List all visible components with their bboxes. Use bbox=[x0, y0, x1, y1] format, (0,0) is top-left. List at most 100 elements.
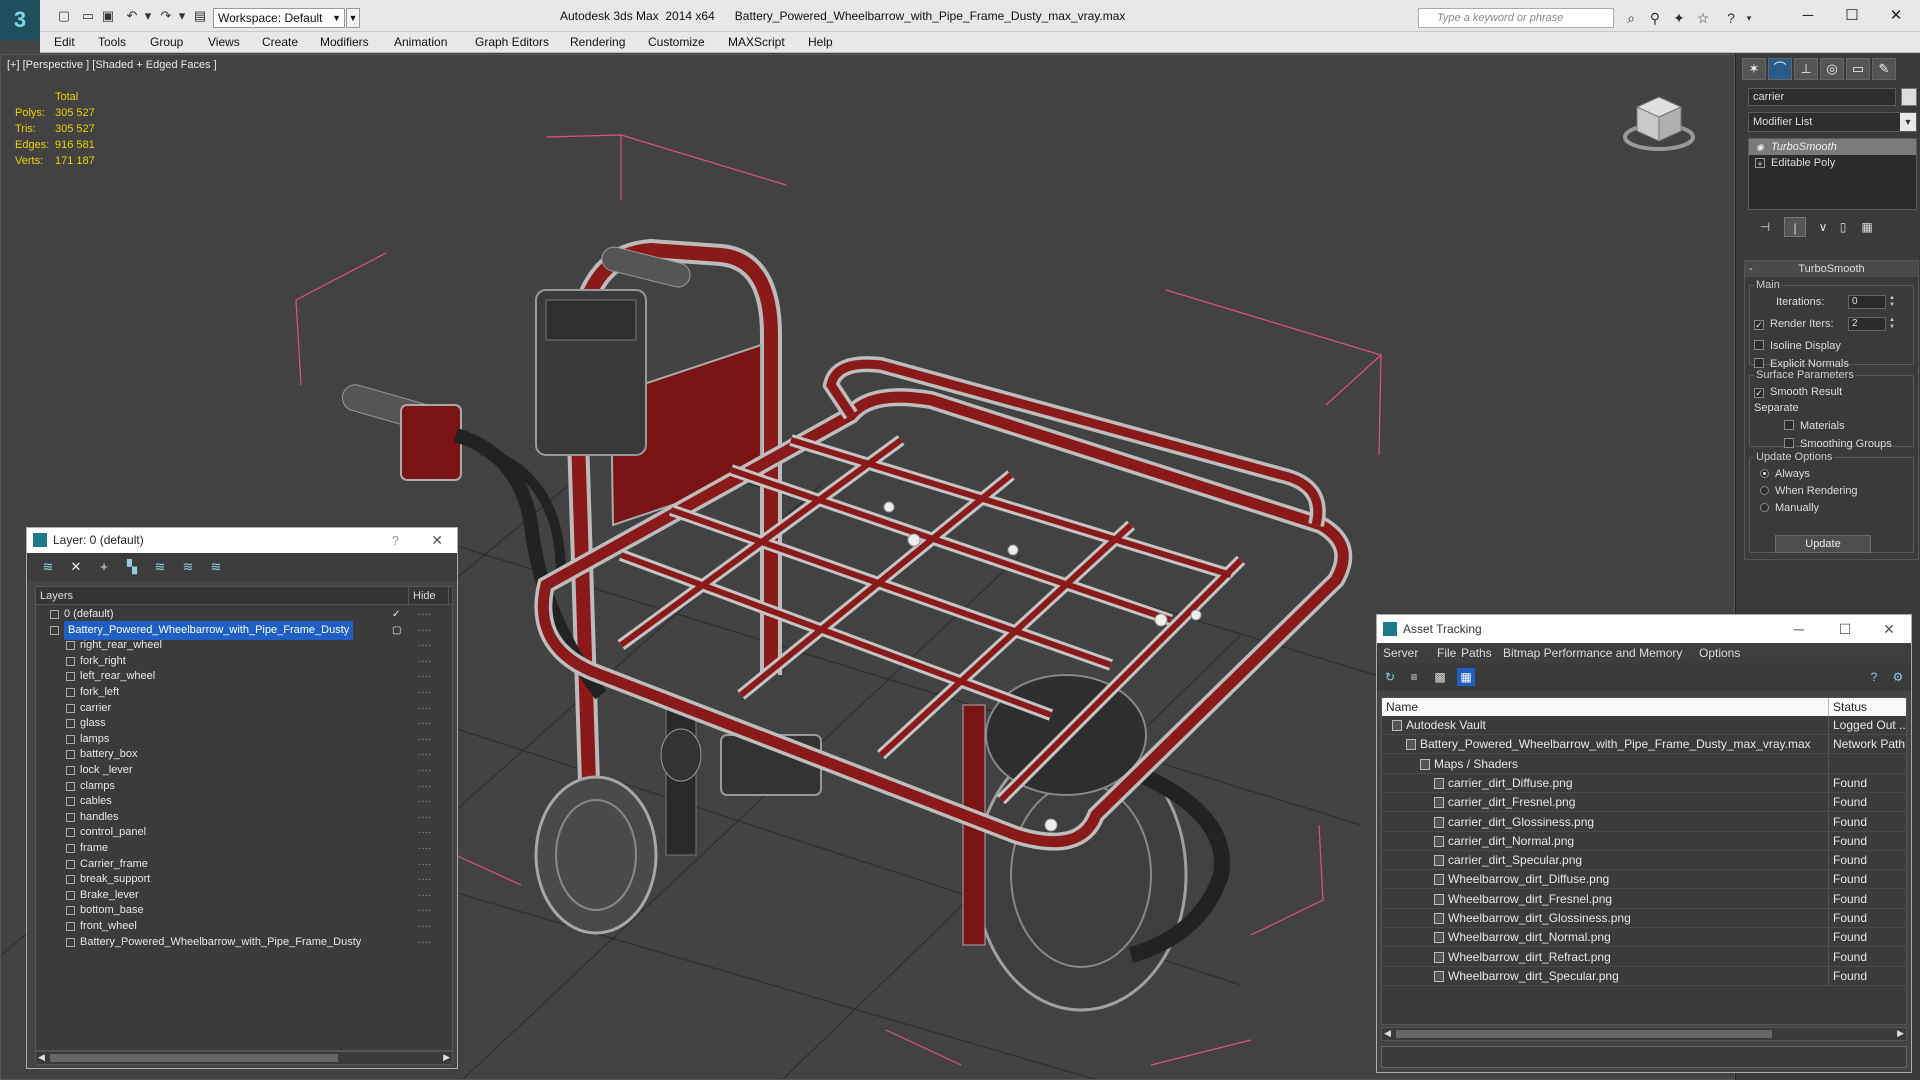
spinner-arrows-icon[interactable]: ▲ ▼ bbox=[1888, 317, 1896, 331]
pin-stack-icon[interactable]: ⊣ bbox=[1754, 217, 1776, 237]
menu-graph-editors[interactable]: Graph Editors bbox=[475, 34, 549, 51]
add-to-layer-icon[interactable]: + bbox=[95, 558, 113, 576]
modify-tab-icon[interactable]: ⌒ bbox=[1768, 58, 1792, 80]
table-view-icon[interactable]: ▦ bbox=[1457, 668, 1475, 686]
redo-icon[interactable]: ↷ bbox=[158, 8, 174, 24]
layer-window-titlebar[interactable]: Layer: 0 (default) ? ✕ bbox=[27, 528, 457, 553]
menu-animation[interactable]: Animation bbox=[394, 34, 447, 51]
menu-edit[interactable]: Edit bbox=[54, 34, 75, 51]
menu-group[interactable]: Group bbox=[150, 34, 183, 51]
close-icon[interactable]: ✕ bbox=[1869, 615, 1909, 643]
configure-sets-icon[interactable]: ▦ bbox=[1856, 217, 1878, 237]
asset-row[interactable]: Wheelbarrow_dirt_Normal.png Found bbox=[1382, 928, 1906, 948]
manually-radio[interactable]: Manually bbox=[1760, 502, 1819, 514]
maximize-icon[interactable]: ☐ bbox=[1832, 4, 1872, 28]
remove-modifier-icon[interactable]: ▯ bbox=[1832, 217, 1854, 237]
menu-views[interactable]: Views bbox=[208, 34, 240, 51]
menu-rendering[interactable]: Rendering bbox=[570, 34, 625, 51]
render-iters-checkbox[interactable]: ✓ Render Iters: bbox=[1754, 318, 1834, 330]
smooth-result-checkbox[interactable]: ✓ Smooth Result bbox=[1754, 386, 1842, 398]
horizontal-scrollbar[interactable]: ◀ ▶ bbox=[1381, 1027, 1907, 1041]
list-view-icon[interactable]: ≡ bbox=[1405, 668, 1423, 686]
help-icon[interactable]: ? bbox=[1722, 9, 1740, 27]
help-dropdown-icon[interactable]: ▾ bbox=[1740, 9, 1758, 27]
asset-window-titlebar[interactable]: Asset Tracking ─ ☐ ✕ bbox=[1377, 615, 1911, 643]
smoothing-groups-checkbox[interactable]: Smoothing Groups bbox=[1784, 438, 1892, 450]
close-icon[interactable]: ✕ bbox=[1876, 4, 1916, 28]
object-color-swatch[interactable] bbox=[1901, 88, 1917, 106]
menu-customize[interactable]: Customize bbox=[648, 34, 705, 51]
menu-file[interactable]: File bbox=[1437, 643, 1456, 663]
settings-icon[interactable]: ⚙ bbox=[1889, 668, 1907, 686]
menu-paths[interactable]: Paths bbox=[1461, 643, 1492, 663]
refresh-icon[interactable]: ↻ bbox=[1381, 668, 1399, 686]
object-name-field[interactable]: carrier bbox=[1748, 88, 1896, 106]
search-input[interactable]: Type a keyword or phrase bbox=[1418, 8, 1614, 28]
asset-row[interactable]: Battery_Powered_Wheelbarrow_with_Pipe_Fr… bbox=[1382, 735, 1906, 755]
asset-row[interactable]: carrier_dirt_Diffuse.png Found bbox=[1382, 773, 1906, 793]
menu-bitmap-performance[interactable]: Bitmap Performance and Memory bbox=[1503, 643, 1682, 663]
asset-row[interactable]: Maps / Shaders bbox=[1382, 754, 1906, 774]
menu-create[interactable]: Create bbox=[262, 34, 298, 51]
scroll-right-icon[interactable]: ▶ bbox=[443, 1052, 450, 1063]
close-icon[interactable]: ✕ bbox=[431, 528, 443, 553]
layer-object-row[interactable]: Battery_Powered_Wheelbarrow_with_Pipe_Fr… bbox=[36, 933, 452, 952]
minimize-icon[interactable]: ─ bbox=[1779, 615, 1819, 643]
asset-row[interactable]: carrier_dirt_Fresnel.png Found bbox=[1382, 793, 1906, 813]
maximize-icon[interactable]: ☐ bbox=[1825, 615, 1865, 643]
quick-access-menu-icon[interactable]: ▼ bbox=[346, 8, 360, 28]
viewcube-icon[interactable] bbox=[1619, 85, 1699, 155]
workspace-dropdown[interactable]: Workspace: Default ▼ bbox=[213, 8, 345, 28]
create-tab-icon[interactable]: ✶ bbox=[1742, 58, 1766, 80]
isoline-display-checkbox[interactable]: Isoline Display bbox=[1754, 340, 1841, 352]
asset-row[interactable]: carrier_dirt_Normal.png Found bbox=[1382, 831, 1906, 851]
scroll-left-icon[interactable]: ◀ bbox=[1384, 1028, 1391, 1039]
scroll-right-icon[interactable]: ▶ bbox=[1897, 1028, 1904, 1039]
render-iters-spinner[interactable]: 2 bbox=[1848, 317, 1886, 331]
materials-checkbox[interactable]: Materials bbox=[1784, 420, 1845, 432]
subscription-icon[interactable]: ✦ bbox=[1670, 9, 1688, 27]
expand-plus-icon[interactable]: + bbox=[1755, 158, 1765, 169]
asset-row[interactable]: Wheelbarrow_dirt_Refract.png Found bbox=[1382, 947, 1906, 967]
select-objects-icon[interactable]: ▚ bbox=[123, 558, 141, 576]
delete-layer-icon[interactable]: ✕ bbox=[67, 558, 85, 576]
display-tab-icon[interactable]: ▭ bbox=[1846, 58, 1870, 80]
menu-maxscript[interactable]: MAXScript bbox=[728, 34, 785, 51]
when-rendering-radio[interactable]: When Rendering bbox=[1760, 485, 1858, 497]
binoculars-icon[interactable]: ⌕ bbox=[1622, 9, 1640, 27]
hierarchy-tab-icon[interactable]: ⊥ bbox=[1794, 58, 1818, 80]
utilities-tab-icon[interactable]: ✎ bbox=[1872, 58, 1896, 80]
menu-server[interactable]: Server bbox=[1383, 643, 1418, 663]
asset-row[interactable]: Autodesk Vault Logged Out ... bbox=[1382, 716, 1906, 735]
column-name[interactable]: Name bbox=[1386, 698, 1418, 716]
rollout-header[interactable]: - TurboSmooth bbox=[1745, 261, 1918, 277]
minimize-icon[interactable]: ─ bbox=[1788, 4, 1828, 28]
horizontal-scrollbar[interactable]: ◀ ▶ bbox=[35, 1051, 453, 1065]
menu-help[interactable]: Help bbox=[808, 34, 833, 51]
scroll-thumb[interactable] bbox=[50, 1054, 338, 1062]
undo-icon[interactable]: ↶ bbox=[124, 8, 140, 24]
menu-tools[interactable]: Tools bbox=[98, 34, 126, 51]
menu-modifiers[interactable]: Modifiers bbox=[320, 34, 369, 51]
save-file-icon[interactable]: ▣ bbox=[100, 8, 116, 24]
favorites-star-icon[interactable]: ☆ bbox=[1694, 9, 1712, 27]
thumbnail-view-icon[interactable]: ▩ bbox=[1431, 668, 1449, 686]
undo-dropdown-icon[interactable]: ▾ bbox=[140, 8, 156, 24]
stack-item-turbosmooth[interactable]: ◉ TurboSmooth bbox=[1749, 139, 1916, 155]
column-status[interactable]: Status bbox=[1828, 698, 1906, 716]
communication-center-icon[interactable]: ⚲ bbox=[1646, 9, 1664, 27]
app-logo-icon[interactable]: 3 bbox=[0, 0, 40, 40]
new-file-icon[interactable]: ▢ bbox=[56, 8, 72, 24]
open-file-icon[interactable]: ▭ bbox=[80, 8, 96, 24]
modifier-list-dropdown[interactable]: Modifier List ▼ bbox=[1748, 112, 1917, 132]
spinner-arrows-icon[interactable]: ▲ ▼ bbox=[1888, 295, 1896, 309]
make-unique-icon[interactable]: ∨ bbox=[1812, 217, 1834, 237]
asset-row[interactable]: carrier_dirt_Specular.png Found bbox=[1382, 851, 1906, 871]
column-hide[interactable]: Hide bbox=[408, 587, 448, 605]
help-icon[interactable]: ? bbox=[1865, 668, 1883, 686]
project-folder-icon[interactable]: ▤ bbox=[192, 8, 208, 24]
asset-row[interactable]: Wheelbarrow_dirt_Specular.png Found bbox=[1382, 966, 1906, 986]
asset-row[interactable]: Wheelbarrow_dirt_Glossiness.png Found bbox=[1382, 909, 1906, 928]
column-freeze[interactable]: F bbox=[448, 587, 452, 605]
hide-toggle-icon[interactable]: ···· bbox=[418, 933, 431, 952]
